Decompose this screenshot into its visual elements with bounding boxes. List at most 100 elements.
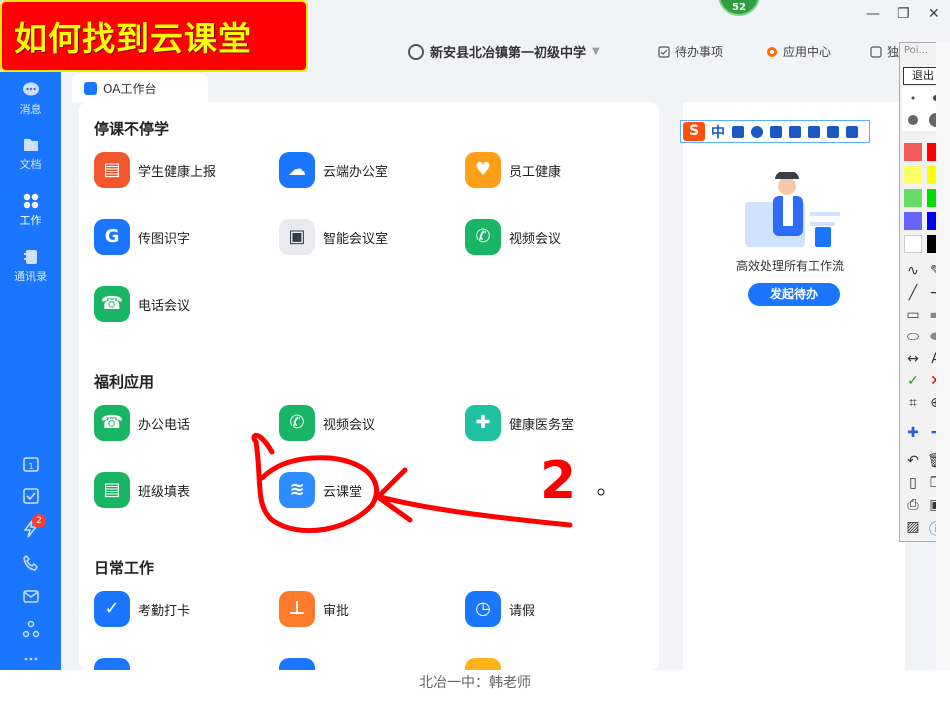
chat-icon [22, 82, 39, 96]
ellipse-icon[interactable]: ⬭ [903, 329, 923, 345]
app-student-health[interactable]: ▤ 学生健康上报 [94, 152, 216, 188]
punctuation-icon[interactable] [732, 125, 744, 138]
line-icon[interactable]: ╱ [903, 285, 923, 301]
tab-oa-workbench[interactable]: OA工作台 [72, 74, 208, 102]
app-attendance[interactable]: ✓ 考勤打卡 [94, 591, 190, 627]
workbench-icon [84, 81, 97, 95]
undo-icon[interactable]: ↶ [903, 453, 923, 469]
emoji-icon[interactable] [751, 125, 763, 138]
extra-label: 独 [887, 45, 900, 59]
section-title: 福利应用 [94, 373, 155, 391]
app-label: 智能会议室 [323, 231, 389, 247]
minimize-button[interactable]: — [866, 6, 880, 22]
keyboard-icon[interactable] [789, 125, 801, 138]
ocr-icon: G [94, 219, 130, 255]
app-office-phone[interactable]: ☎ 办公电话 [94, 405, 190, 441]
check-mark-icon[interactable]: ✓ [903, 373, 923, 389]
user-icon[interactable] [808, 125, 820, 138]
app-staff-health[interactable]: ♥ 员工健康 [465, 152, 561, 188]
sidebar-item-label: 文档 [19, 158, 42, 171]
mail-icon[interactable] [22, 587, 40, 605]
sidebar-item-label: 消息 [19, 103, 42, 116]
app-class-form[interactable]: ▤ 班级填表 [94, 472, 190, 508]
partial-app-icon[interactable] [465, 658, 501, 670]
app-video-meeting-2[interactable]: ✆ 视频会议 [279, 405, 375, 441]
workbench-panel: 停课不停学 ▤ 学生健康上报 ☁ 云端办公室 ♥ 员工健康 G 传图识字 ▣ 智… [79, 102, 659, 670]
partial-app-icon[interactable] [94, 658, 130, 670]
video-phone-icon: ✆ [465, 219, 501, 255]
plus-icon[interactable]: ✚ [903, 425, 923, 441]
heart-icon: ♥ [465, 152, 501, 188]
microphone-icon[interactable] [770, 125, 782, 138]
todo-link[interactable]: 待办事项 [658, 43, 723, 60]
app-leave[interactable]: ◷ 请假 [465, 591, 535, 627]
section-title: 停课不停学 [94, 120, 170, 138]
app-approval[interactable]: ⊥ 审批 [279, 591, 349, 627]
workflow-illustration [745, 172, 840, 247]
color-swatch[interactable] [904, 143, 922, 161]
screenshot-icon[interactable]: ▨ [903, 519, 923, 535]
app-label: 学生健康上报 [138, 164, 217, 180]
app-center-link[interactable]: 应用中心 [766, 43, 831, 60]
workflow-text: 高效处理所有工作流 [736, 259, 845, 273]
app-cloud-classroom[interactable]: ≋ 云课堂 [279, 472, 362, 508]
app-label: 视频会议 [509, 231, 562, 247]
svg-text:1: 1 [28, 462, 33, 471]
presentation-icon: ▣ [279, 219, 315, 255]
rectangle-icon[interactable]: ▭ [903, 307, 923, 323]
extra-link[interactable]: 独 [870, 43, 899, 60]
color-swatch[interactable] [904, 212, 922, 230]
app-window: 消息 文档 工作 通讯录 1 2 52 新安县北冶镇第一初级中学 ▼ 待办事项 [0, 0, 950, 670]
sidebar-item-label: 工作 [19, 214, 42, 227]
vertical-scrollbar[interactable] [936, 42, 950, 670]
notification-count-badge[interactable]: 52 [718, 0, 760, 16]
color-swatch[interactable] [904, 166, 922, 184]
app-video-meeting[interactable]: ✆ 视频会议 [465, 219, 561, 255]
close-button[interactable]: ✕ [928, 6, 940, 22]
app-phone-meeting[interactable]: ☎ 电话会议 [94, 286, 190, 322]
stamp-icon: ⊥ [279, 591, 315, 627]
apps-icon[interactable] [846, 125, 858, 138]
sidebar-item-docs[interactable]: 文档 [0, 137, 61, 172]
color-swatch[interactable] [904, 189, 922, 207]
double-arrow-icon[interactable]: ↔ [903, 351, 923, 367]
app-image-ocr[interactable]: G 传图识字 [94, 219, 190, 255]
color-swatch[interactable] [904, 235, 922, 253]
title-banner: 如何找到云课堂 [0, 0, 308, 72]
app-label: 云端办公室 [323, 164, 389, 180]
new-page-icon[interactable]: ▯ [903, 475, 923, 491]
crop-icon[interactable]: ⌗ [903, 395, 923, 411]
sogou-logo-icon: S [683, 122, 705, 141]
app-label: 传图识字 [138, 231, 191, 247]
more-icon[interactable] [22, 650, 40, 668]
app-label: 电话会议 [138, 298, 191, 314]
checklist-icon[interactable] [22, 487, 40, 505]
app-cloud-office[interactable]: ☁ 云端办公室 [279, 152, 388, 188]
restore-button[interactable]: ❐ [897, 6, 910, 22]
phone-user-icon: ☎ [94, 286, 130, 322]
partial-app-icon[interactable] [279, 658, 315, 670]
freehand-pen-icon[interactable]: ∿ [903, 263, 923, 279]
medical-heart-icon: ✚ [465, 405, 501, 441]
contacts-icon [23, 250, 37, 264]
phone-icon[interactable] [22, 554, 40, 572]
ime-toolbar[interactable]: S 中 [680, 120, 870, 143]
org-structure-icon[interactable] [22, 620, 40, 638]
share-icon [870, 45, 882, 58]
skin-icon[interactable] [827, 125, 839, 138]
app-health-clinic[interactable]: ✚ 健康医务室 [465, 405, 574, 441]
sidebar-item-work[interactable]: 工作 [0, 193, 61, 228]
health-report-icon: ▤ [94, 152, 130, 188]
section-title: 日常工作 [94, 559, 155, 577]
app-smart-meeting-room[interactable]: ▣ 智能会议室 [279, 219, 388, 255]
ime-mode: 中 [711, 124, 725, 141]
sidebar-item-contacts[interactable]: 通讯录 [0, 249, 61, 284]
print-icon[interactable]: ⎙ [903, 497, 923, 513]
create-todo-button[interactable]: 发起待办 [748, 283, 840, 306]
sidebar-item-messages[interactable]: 消息 [0, 82, 61, 117]
org-selector[interactable]: 新安县北冶镇第一初级中学 ▼ [408, 42, 600, 61]
app-label: 办公电话 [138, 417, 191, 433]
app-label: 班级填表 [138, 484, 191, 500]
calendar-icon[interactable]: 1 [22, 455, 40, 473]
app-center-label: 应用中心 [783, 45, 832, 59]
